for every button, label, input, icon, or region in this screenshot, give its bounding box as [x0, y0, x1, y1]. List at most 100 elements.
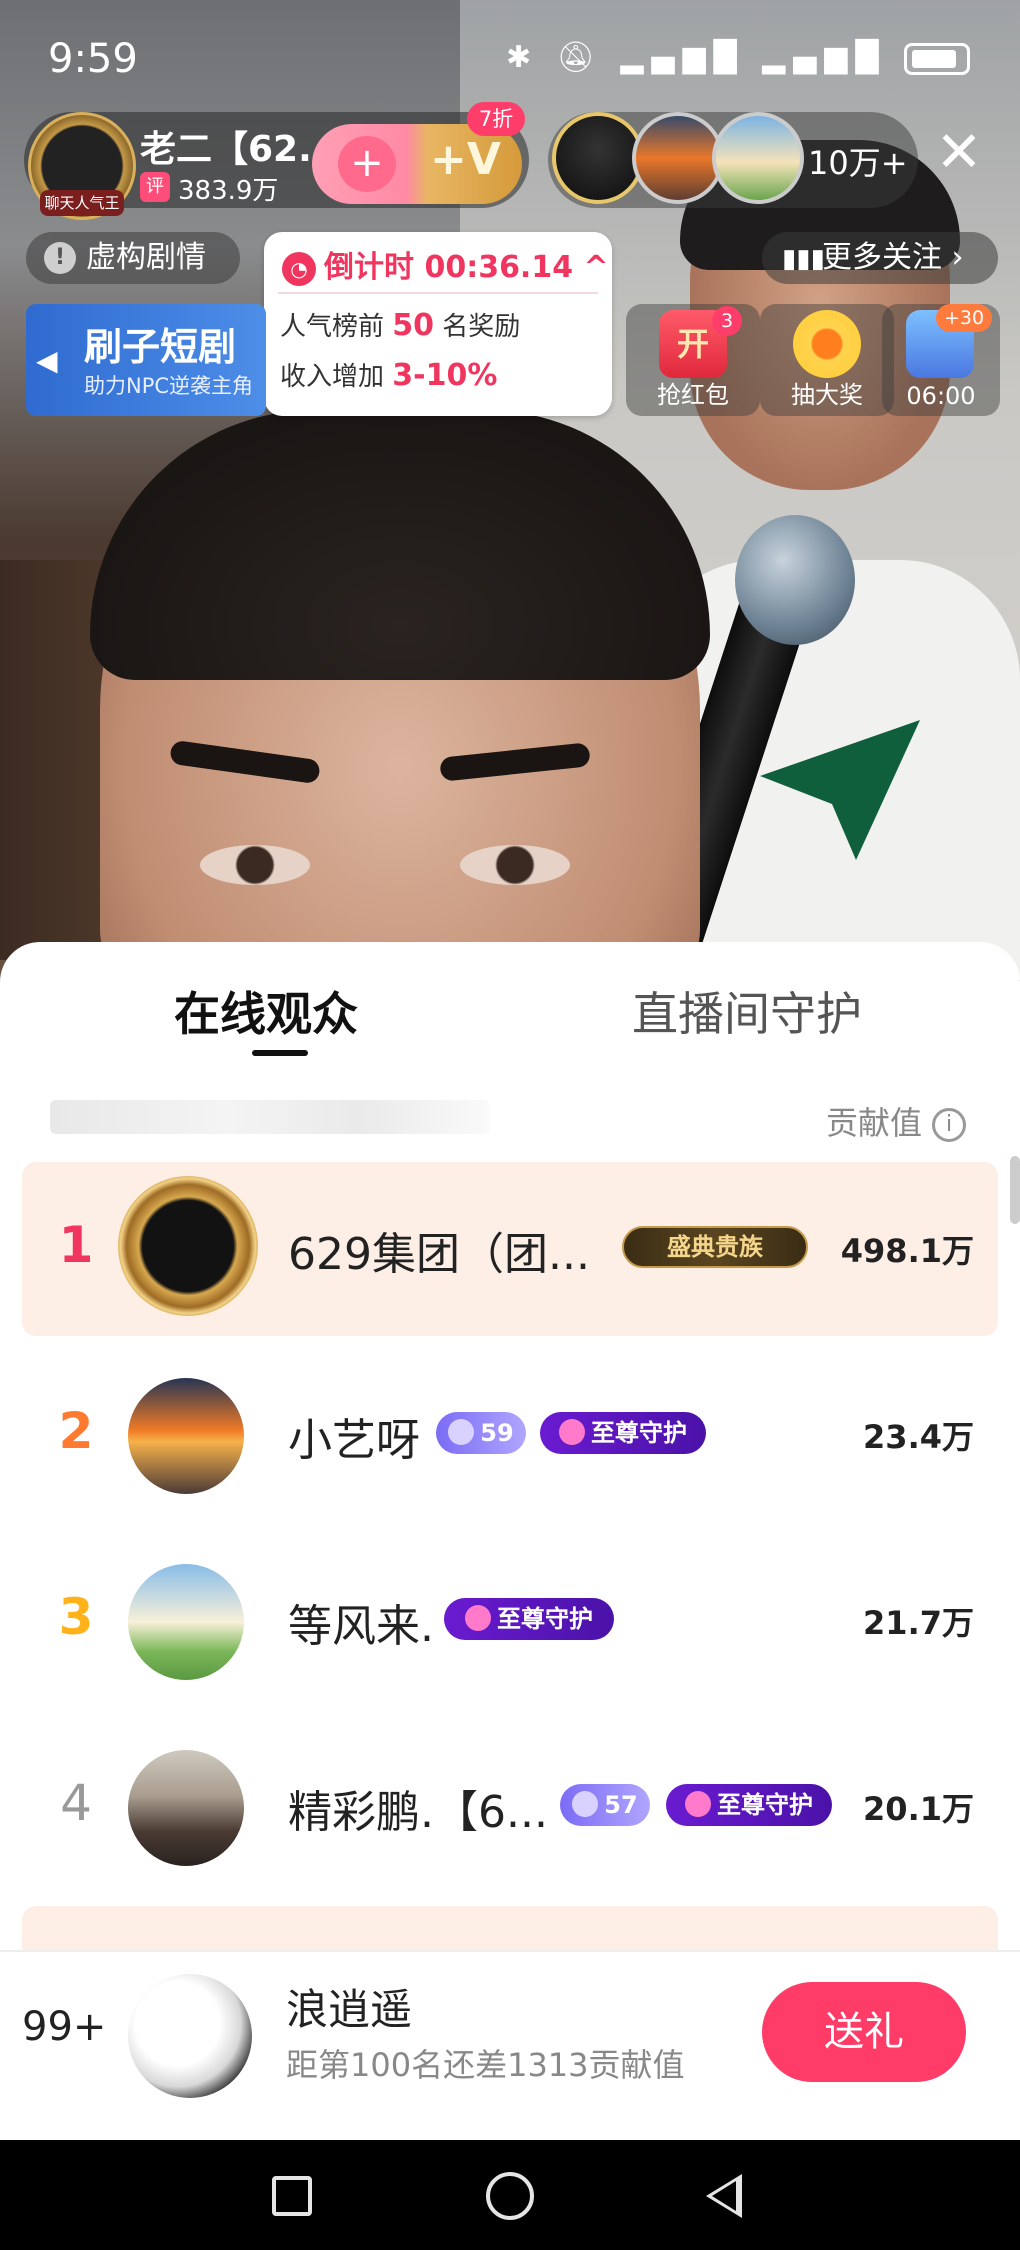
my-name: 浪逍遥 — [286, 1985, 413, 2034]
bluetooth-icon: ✱ — [505, 40, 540, 75]
avatar[interactable] — [118, 1176, 258, 1316]
gem-icon — [448, 1419, 475, 1445]
avatar[interactable] — [128, 1564, 244, 1680]
rank-number: 3 — [58, 1588, 94, 1646]
countdown-title[interactable]: ◔ 倒计时 00:36.14 ^ — [282, 242, 609, 286]
contribution-score: 20.1万 — [863, 1790, 974, 1828]
info-icon[interactable]: i — [932, 1108, 967, 1142]
send-gift-button[interactable]: 送礼 — [762, 1982, 966, 2082]
host-avatar-label: 聊天人气王 — [40, 190, 124, 216]
bar-chart-icon: ▮▮▮ — [782, 244, 825, 274]
user-name: 小艺呀 — [288, 1415, 420, 1466]
bonus-badge: +30 — [936, 304, 992, 332]
mute-icon: 🔕︎ — [556, 40, 603, 75]
signal-icon: ▂▄▆█ — [762, 40, 887, 75]
avatar[interactable] — [128, 1378, 244, 1494]
level-badge: 59 — [436, 1412, 526, 1454]
reward-rank-number: 50 — [392, 308, 435, 343]
user-name: 等风来. — [288, 1601, 434, 1652]
guard-icon — [685, 1791, 711, 1817]
status-bar: 9:59 ✱ 🔕︎ ▂▄▆█ ▂▄▆█ — [0, 0, 1020, 110]
top-viewer-avatar[interactable] — [712, 112, 804, 204]
list-item-partial[interactable] — [22, 1906, 998, 1950]
divider — [278, 292, 598, 294]
my-avatar[interactable] — [128, 1974, 252, 2098]
avatar[interactable] — [128, 1750, 244, 1866]
level-number: 57 — [604, 1791, 638, 1819]
list-item[interactable]: 2 小艺呀 59 至尊守护 23.4万 — [22, 1348, 998, 1522]
left-eye — [200, 845, 310, 885]
rating-tag: 评 — [140, 172, 170, 202]
guard-label: 至尊守护 — [591, 1419, 687, 1447]
popularity-timer-button[interactable]: +30 06:00 — [882, 304, 1000, 416]
red-packet-button[interactable]: 开 3 抢红包 — [626, 304, 760, 416]
list-item[interactable]: 3 等风来. 至尊守护 21.7万 — [22, 1534, 998, 1708]
discount-badge: 7折 — [467, 102, 525, 136]
status-icons: ✱ 🔕︎ ▂▄▆█ ▂▄▆█ — [506, 40, 970, 75]
lottery-button[interactable]: 抽大奖 — [760, 304, 894, 416]
rank-number: 1 — [58, 1216, 94, 1274]
contribution-score: 498.1万 — [840, 1232, 974, 1270]
contribution-score: 21.7万 — [863, 1604, 974, 1642]
follow-button[interactable]: + +V — [312, 124, 522, 204]
active-tab-indicator — [252, 1050, 308, 1056]
countdown-card[interactable]: ◔ 倒计时 00:36.14 ^ 人气榜前 50 名奖励 收入增加 3-10% — [264, 232, 612, 416]
chevron-left-icon[interactable]: ◀ — [36, 344, 58, 377]
guard-badge: 至尊守护 — [444, 1598, 614, 1640]
guard-label: 至尊守护 — [497, 1605, 593, 1633]
lottery-icon — [793, 310, 861, 378]
signal-icon: ▂▄▆█ — [620, 40, 745, 75]
recents-icon[interactable] — [272, 2176, 312, 2216]
income-percent: 3-10% — [392, 358, 498, 393]
contribution-header[interactable]: 贡献值 i — [826, 1098, 967, 1144]
heart-plus-icon: + — [338, 136, 396, 192]
gem-icon — [572, 1791, 599, 1817]
lottery-label: 抽大奖 — [791, 381, 863, 409]
right-eye — [460, 845, 570, 885]
tab-room-guard[interactable]: 直播间守护 — [632, 978, 862, 1044]
guard-badge: 至尊守护 — [666, 1784, 832, 1826]
guard-label: 至尊守护 — [717, 1791, 813, 1819]
top-viewer-avatar[interactable] — [552, 112, 644, 204]
top-viewer-avatar[interactable] — [632, 112, 724, 204]
drama-subtitle: 助力NPC逆袭主角 — [84, 374, 254, 398]
user-name: 629集团（团... — [288, 1229, 590, 1280]
warning-icon: ! — [44, 242, 76, 274]
reward-rank-text: 人气榜前 50 名奖励 — [280, 306, 520, 343]
host-fan-count: 383.9万 — [178, 176, 279, 206]
timer-label: 06:00 — [906, 382, 976, 410]
list-item[interactable]: 4 精彩鹏.【6... 57 至尊守护 20.1万 — [22, 1720, 998, 1894]
gap-to-rank-text: 距第100名还差1313贡献值 — [286, 2046, 685, 2084]
level-badge: 57 — [560, 1784, 650, 1826]
level-number: 59 — [480, 1419, 514, 1447]
count-badge: 3 — [712, 306, 742, 336]
contribution-score: 23.4万 — [863, 1418, 974, 1456]
home-icon[interactable] — [486, 2172, 534, 2220]
scrollbar[interactable] — [1010, 1156, 1020, 1224]
status-time: 9:59 — [48, 36, 138, 82]
battery-icon — [904, 42, 970, 75]
system-nav-bar — [0, 2140, 1020, 2250]
income-prefix: 收入增加 — [280, 362, 393, 392]
guard-badge: 至尊守护 — [540, 1412, 706, 1454]
tab-online-audience[interactable]: 在线观众 — [174, 978, 358, 1044]
my-rank: 99+ — [22, 2004, 107, 2050]
vip-plus-label: +V — [430, 134, 501, 185]
red-packet-label: 抢红包 — [657, 381, 729, 409]
close-icon[interactable]: ✕ — [928, 124, 990, 186]
back-icon[interactable] — [706, 2174, 742, 2218]
user-name: 精彩鹏.【6... — [288, 1787, 548, 1838]
countdown-text: 倒计时 00:36.14 ^ — [324, 250, 609, 285]
viewer-count[interactable]: 10万+ — [808, 138, 908, 184]
contribution-label: 贡献值 — [826, 1104, 923, 1142]
host-name[interactable]: 老二【62... — [140, 120, 339, 172]
guard-icon — [465, 1605, 491, 1631]
noble-badge: 盛典贵族 — [622, 1226, 808, 1268]
guard-icon — [559, 1419, 585, 1445]
income-increase-text: 收入增加 3-10% — [280, 356, 497, 393]
microphone-head — [735, 515, 855, 645]
rank-number: 4 — [60, 1774, 92, 1832]
list-item[interactable]: 1 629集团（团... 盛典贵族 498.1万 — [22, 1162, 998, 1336]
reward-suffix: 名奖励 — [434, 312, 521, 342]
reward-prefix: 人气榜前 — [280, 312, 393, 342]
